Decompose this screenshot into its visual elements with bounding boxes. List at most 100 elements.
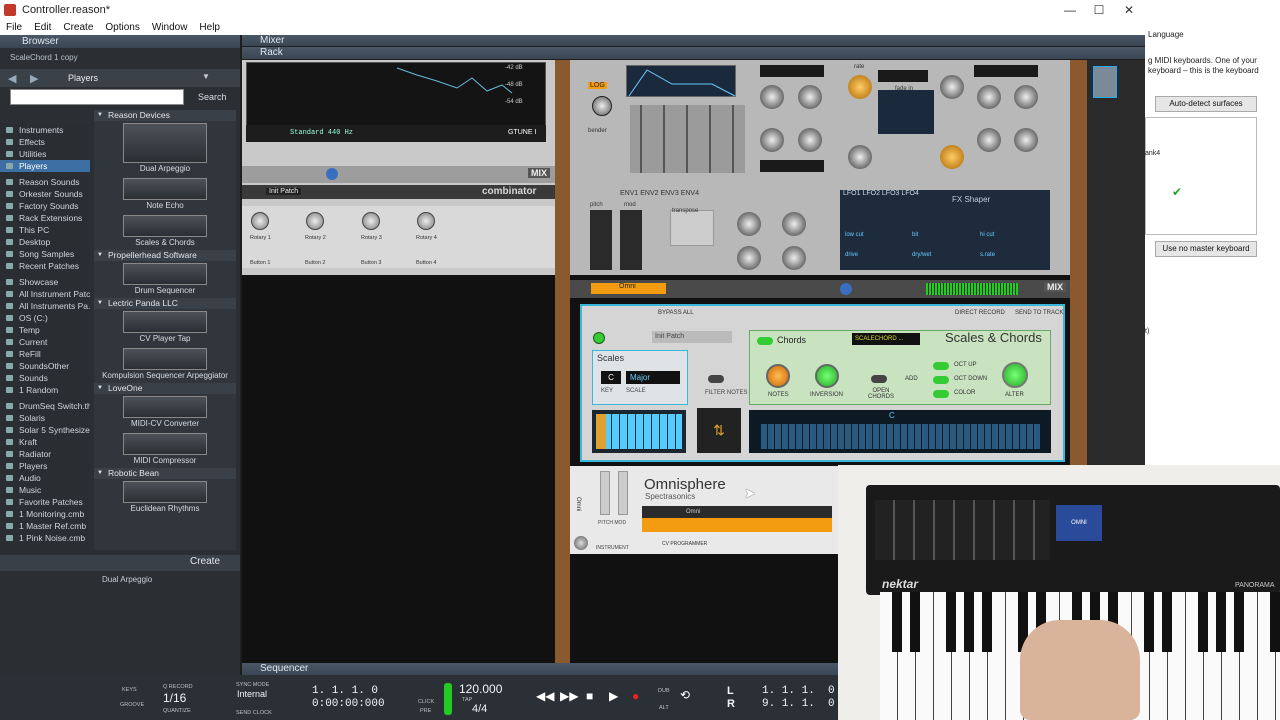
mod-slider[interactable] (618, 471, 628, 515)
browser-header[interactable]: Browser (0, 35, 240, 48)
browser-location-item[interactable]: Solar 5 Synthesizer (0, 424, 90, 436)
tap-label[interactable]: TAP (462, 697, 472, 703)
forward-icon[interactable]: ▶ (30, 72, 38, 85)
amt-knob-2[interactable] (760, 128, 784, 152)
browser-location-item[interactable]: 1 Master Ref.cmb (0, 520, 90, 532)
color-toggle[interactable] (933, 390, 949, 398)
alter-button[interactable] (1002, 362, 1028, 388)
auto-detect-button[interactable]: Auto-detect surfaces (1155, 96, 1257, 112)
device-group-header[interactable]: LoveOne (94, 383, 236, 394)
surfaces-list[interactable] (1145, 117, 1257, 235)
filter-notes-toggle[interactable] (708, 375, 724, 383)
button-3-label[interactable]: Button 3 (361, 260, 382, 266)
menu-create[interactable]: Create (57, 20, 99, 35)
browser-location-item[interactable]: Audio (0, 472, 90, 484)
device-item[interactable]: MIDI-CV Converter (94, 394, 236, 431)
device-group-header[interactable]: Reason Devices (94, 110, 236, 121)
button-4-label[interactable]: Button 4 (416, 260, 437, 266)
oct-down-toggle[interactable] (933, 376, 949, 384)
send-to-track-button[interactable]: SEND TO TRACK (1015, 310, 1063, 316)
mixer-panel-header[interactable]: Mixer (242, 35, 1145, 46)
menu-file[interactable]: File (0, 20, 28, 35)
rotary-2-knob[interactable] (306, 212, 324, 230)
combinator-patch[interactable]: Init Patch (266, 188, 302, 195)
rack-panel-header[interactable]: Rack (242, 47, 1145, 59)
browser-location-item[interactable]: 1 Pink Noise.cmb (0, 532, 90, 544)
omni-strip-name[interactable]: Omni (591, 283, 666, 294)
browser-location-item[interactable]: Utilities (0, 148, 90, 160)
browser-location-item[interactable]: Effects (0, 136, 90, 148)
device-group-header[interactable]: Robotic Bean (94, 468, 236, 479)
rewind-icon[interactable]: ◀◀ (536, 689, 554, 703)
time-signature[interactable]: 4/4 (472, 703, 487, 715)
close-button[interactable]: ✕ (1114, 0, 1144, 20)
back-icon[interactable]: ◀ (8, 72, 16, 85)
surface-list-item[interactable]: ank4 (1145, 150, 1160, 157)
menu-window[interactable]: Window (146, 20, 194, 35)
transpose-box[interactable] (670, 210, 714, 246)
inversion-knob[interactable] (815, 364, 839, 388)
mod-vel-knob-2[interactable] (1014, 128, 1038, 152)
pitch-wheel[interactable] (590, 210, 612, 270)
mod-amt-knob-2[interactable] (977, 128, 1001, 152)
omni-patch-bar[interactable]: Omni (642, 506, 832, 518)
dub-label[interactable]: DUB (658, 688, 670, 694)
device-group-header[interactable]: Propellerhead Software (94, 250, 236, 261)
browser-location-item[interactable]: Solaris (0, 412, 90, 424)
click-level[interactable] (444, 683, 452, 715)
device-item[interactable]: Note Echo (94, 176, 236, 213)
browser-location-item[interactable]: Temp (0, 324, 90, 336)
tempo-value[interactable]: 120.000 (459, 682, 502, 696)
browser-location-item[interactable]: All Instruments Pa... (0, 300, 90, 312)
browser-location-item[interactable]: This PC (0, 224, 90, 236)
search-input[interactable] (10, 89, 184, 105)
browser-location-item[interactable]: Recent Patches (0, 260, 90, 272)
key-select[interactable]: C (601, 371, 621, 384)
sequencer-panel-header[interactable]: Sequencer (242, 663, 838, 675)
envelope-sliders[interactable] (630, 105, 745, 173)
browser-location-item[interactable]: Showcase (0, 276, 90, 288)
browser-location-item[interactable]: Instruments (0, 124, 90, 136)
rotary-4-knob[interactable] (417, 212, 435, 230)
browser-location-item[interactable]: SoundsOther (0, 360, 90, 372)
envelope-tabs[interactable]: ENV1 ENV2 ENV3 ENV4 (620, 190, 699, 197)
quantize-value[interactable]: 1/16 (163, 691, 186, 705)
play-icon[interactable]: ▶ (609, 689, 618, 703)
arpeggio-icon[interactable]: ⇅ (697, 408, 741, 453)
device-item[interactable]: Kompulsion Sequencer Arpeggiator (94, 346, 236, 383)
bender-knob[interactable] (592, 96, 612, 116)
device-item[interactable]: CV Player Tap (94, 309, 236, 346)
browser-location-item[interactable]: Orkester Sounds (0, 188, 90, 200)
rack-minimap[interactable] (1093, 66, 1117, 98)
amt-knob[interactable] (760, 85, 784, 109)
browser-location-item[interactable]: DrumSeq Switch.th (0, 400, 90, 412)
browser-location-item[interactable]: 1 Random (0, 384, 90, 396)
scale-select[interactable]: Major (626, 371, 680, 384)
browser-location-item[interactable]: Desktop (0, 236, 90, 248)
oct-up-toggle[interactable] (933, 362, 949, 370)
pitch-slider[interactable] (600, 471, 610, 515)
browser-location-item[interactable]: Current (0, 336, 90, 348)
lfo-amt-knob[interactable] (940, 75, 964, 99)
menu-edit[interactable]: Edit (28, 20, 57, 35)
mod2-knob[interactable] (737, 246, 761, 270)
omni-pan-knob[interactable] (840, 283, 852, 295)
device-item[interactable]: Drum Sequencer (94, 261, 236, 298)
position-bars[interactable]: 1. 1. 1. 0 (312, 685, 378, 697)
browser-location-item[interactable]: 1 Monitoring.cmb (0, 508, 90, 520)
sync-mode-value[interactable]: Internal (237, 689, 267, 699)
power-button[interactable] (593, 332, 605, 344)
browser-location-item[interactable]: Factory Sounds (0, 200, 90, 212)
amp-knob[interactable] (940, 145, 964, 169)
browser-location[interactable]: Players (68, 73, 98, 83)
browser-location-item[interactable]: Rack Extensions (0, 212, 90, 224)
rotary-1-knob[interactable] (251, 212, 269, 230)
rotary-3-knob[interactable] (362, 212, 380, 230)
browser-location-item[interactable]: Kraft (0, 436, 90, 448)
chords-toggle[interactable] (757, 337, 773, 345)
mod-vel-knob[interactable] (1014, 85, 1038, 109)
stop-icon[interactable]: ■ (586, 689, 593, 703)
pan-knob[interactable] (326, 168, 338, 180)
device-item[interactable]: Dual Arpeggio (94, 121, 236, 176)
browser-location-item[interactable]: Music (0, 484, 90, 496)
